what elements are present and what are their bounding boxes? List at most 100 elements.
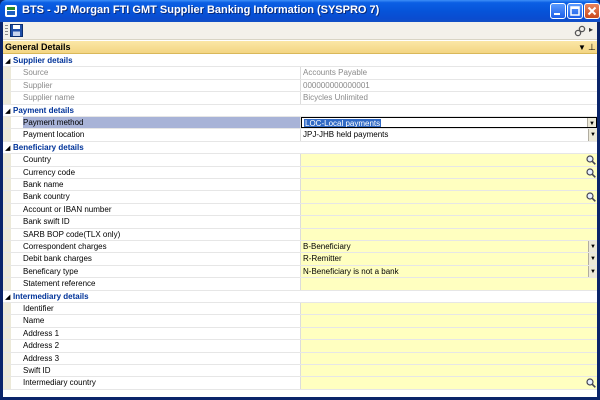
collapse-triangle-icon[interactable]: ◢: [5, 144, 10, 152]
intermediary-country-input[interactable]: [301, 377, 597, 389]
magnifier-icon[interactable]: [586, 167, 596, 178]
row-supplier-name: Supplier name Bicycles Unlimited: [3, 92, 597, 105]
row-intermediary-country[interactable]: Intermediary country: [3, 377, 597, 390]
row-swift-id[interactable]: Swift ID: [3, 365, 597, 378]
address-3-input[interactable]: [301, 352, 597, 364]
field-label: Address 1: [23, 327, 301, 340]
maximize-button[interactable]: [567, 3, 583, 19]
group-label: Beneficiary details: [13, 142, 84, 152]
correspondent-charges-dropdown[interactable]: B-Beneficiary ▼: [301, 241, 597, 253]
row-currency-code[interactable]: Currency code: [3, 166, 597, 179]
collapse-triangle-icon[interactable]: ◢: [5, 57, 10, 65]
payment-location-dropdown[interactable]: JPJ-JHB held payments ▼: [301, 129, 597, 141]
field-label: Statement reference: [23, 278, 301, 290]
dropdown-arrow-icon[interactable]: ▼: [588, 129, 597, 141]
row-debit-bank-charges[interactable]: Debit bank charges R-Remitter ▼: [3, 253, 597, 266]
field-label: Beneficary type: [23, 265, 301, 278]
address-1-input[interactable]: [301, 327, 597, 340]
row-name[interactable]: Name: [3, 315, 597, 328]
row-bank-name[interactable]: Bank name: [3, 179, 597, 192]
account-iban-input[interactable]: [301, 203, 597, 216]
dropdown-arrow-icon[interactable]: ▼: [588, 241, 597, 253]
row-address-3[interactable]: Address 3: [3, 352, 597, 365]
field-label: Swift ID: [23, 365, 301, 377]
field-label: Address 3: [23, 352, 301, 364]
debit-bank-charges-value: R-Remitter: [303, 254, 342, 264]
payment-method-dropdown[interactable]: LOC-Local payments ▼: [301, 117, 597, 129]
pin-icon[interactable]: ⊥: [588, 42, 596, 53]
magnifier-icon[interactable]: [586, 378, 596, 389]
field-label: Identifier: [23, 303, 301, 315]
group-supplier-details[interactable]: ◢ Supplier details: [3, 55, 597, 68]
country-input[interactable]: [301, 154, 597, 166]
close-icon: [587, 6, 597, 16]
swift-id-input[interactable]: [301, 365, 597, 377]
section-header[interactable]: General Details ▼ ⊥: [3, 41, 597, 54]
toolbar-overflow-icon[interactable]: ▸: [589, 25, 593, 34]
maximize-icon: [570, 6, 580, 16]
identifier-input[interactable]: [301, 303, 597, 315]
field-label: SARB BOP code(TLX only): [23, 228, 301, 240]
row-statement-reference[interactable]: Statement reference: [3, 278, 597, 291]
row-account-iban[interactable]: Account or IBAN number: [3, 203, 597, 217]
debit-bank-charges-dropdown[interactable]: R-Remitter ▼: [301, 253, 597, 265]
bank-country-input[interactable]: [301, 191, 597, 203]
row-source: Source Accounts Payable: [3, 67, 597, 80]
group-payment-details[interactable]: ◢ Payment details: [3, 105, 597, 117]
group-beneficiary-details[interactable]: ◢ Beneficiary details: [3, 142, 597, 155]
beneficiary-type-dropdown[interactable]: N-Beneficiary is not a bank ▼: [301, 265, 597, 278]
field-label: Currency code: [23, 166, 301, 178]
minimize-button[interactable]: [550, 3, 566, 19]
group-label: Supplier details: [13, 56, 73, 65]
toolbar: ▸: [3, 22, 597, 40]
field-label: Bank country: [23, 191, 301, 203]
row-sarb-bop[interactable]: SARB BOP code(TLX only): [3, 228, 597, 241]
correspondent-charges-value: B-Beneficiary: [303, 242, 351, 251]
bank-swift-input[interactable]: [301, 216, 597, 228]
window-title: BTS - JP Morgan FTI GMT Supplier Banking…: [22, 4, 380, 16]
name-input[interactable]: [301, 315, 597, 327]
dropdown-arrow-icon[interactable]: ▼: [578, 43, 586, 52]
magnifier-icon[interactable]: [586, 192, 596, 203]
row-address-2[interactable]: Address 2: [3, 340, 597, 353]
row-bank-swift[interactable]: Bank swift ID: [3, 216, 597, 229]
close-button[interactable]: [584, 3, 600, 19]
bank-name-input[interactable]: [301, 179, 597, 191]
field-label: Payment location: [23, 129, 301, 141]
property-grid: ◢ Supplier details Source Accounts Payab…: [3, 55, 597, 397]
field-label: Source: [23, 67, 301, 79]
row-address-1[interactable]: Address 1: [3, 327, 597, 341]
row-beneficiary-type[interactable]: Beneficary type N-Beneficiary is not a b…: [3, 265, 597, 279]
field-label: Address 2: [23, 340, 301, 352]
row-bank-country[interactable]: Bank country: [3, 191, 597, 204]
chain-link-icon[interactable]: [574, 25, 586, 37]
field-label: Country: [23, 154, 301, 166]
dropdown-arrow-icon[interactable]: ▼: [587, 118, 596, 128]
group-intermediary-details[interactable]: ◢ Intermediary details: [3, 291, 597, 303]
supplier-name-value: Bicycles Unlimited: [303, 93, 368, 103]
payment-location-value: JPJ-JHB held payments: [303, 130, 389, 140]
dropdown-arrow-icon[interactable]: ▼: [588, 253, 597, 265]
field-label: Debit bank charges: [23, 253, 301, 265]
row-payment-method[interactable]: Payment method LOC-Local payments ▼: [3, 117, 597, 130]
row-identifier[interactable]: Identifier: [3, 303, 597, 316]
group-label: Payment details: [13, 105, 74, 115]
minimize-icon: [554, 13, 560, 15]
toolbar-grip[interactable]: [5, 25, 8, 36]
collapse-triangle-icon[interactable]: ◢: [5, 293, 10, 301]
beneficiary-type-value: N-Beneficiary is not a bank: [303, 266, 399, 276]
currency-code-input[interactable]: [301, 166, 597, 178]
row-country[interactable]: Country: [3, 154, 597, 167]
address-2-input[interactable]: [301, 340, 597, 352]
collapse-triangle-icon[interactable]: ◢: [5, 107, 10, 115]
magnifier-icon[interactable]: [586, 155, 596, 166]
field-label: Account or IBAN number: [23, 203, 301, 216]
application-window: BTS - JP Morgan FTI GMT Supplier Banking…: [0, 0, 600, 400]
row-payment-location[interactable]: Payment location JPJ-JHB held payments ▼: [3, 129, 597, 142]
dropdown-arrow-icon[interactable]: ▼: [588, 265, 597, 278]
row-correspondent-charges[interactable]: Correspondent charges B-Beneficiary ▼: [3, 241, 597, 254]
save-icon[interactable]: [10, 24, 23, 37]
title-bar[interactable]: BTS - JP Morgan FTI GMT Supplier Banking…: [0, 0, 600, 22]
statement-reference-input[interactable]: [301, 278, 597, 290]
sarb-bop-input[interactable]: [301, 228, 597, 240]
